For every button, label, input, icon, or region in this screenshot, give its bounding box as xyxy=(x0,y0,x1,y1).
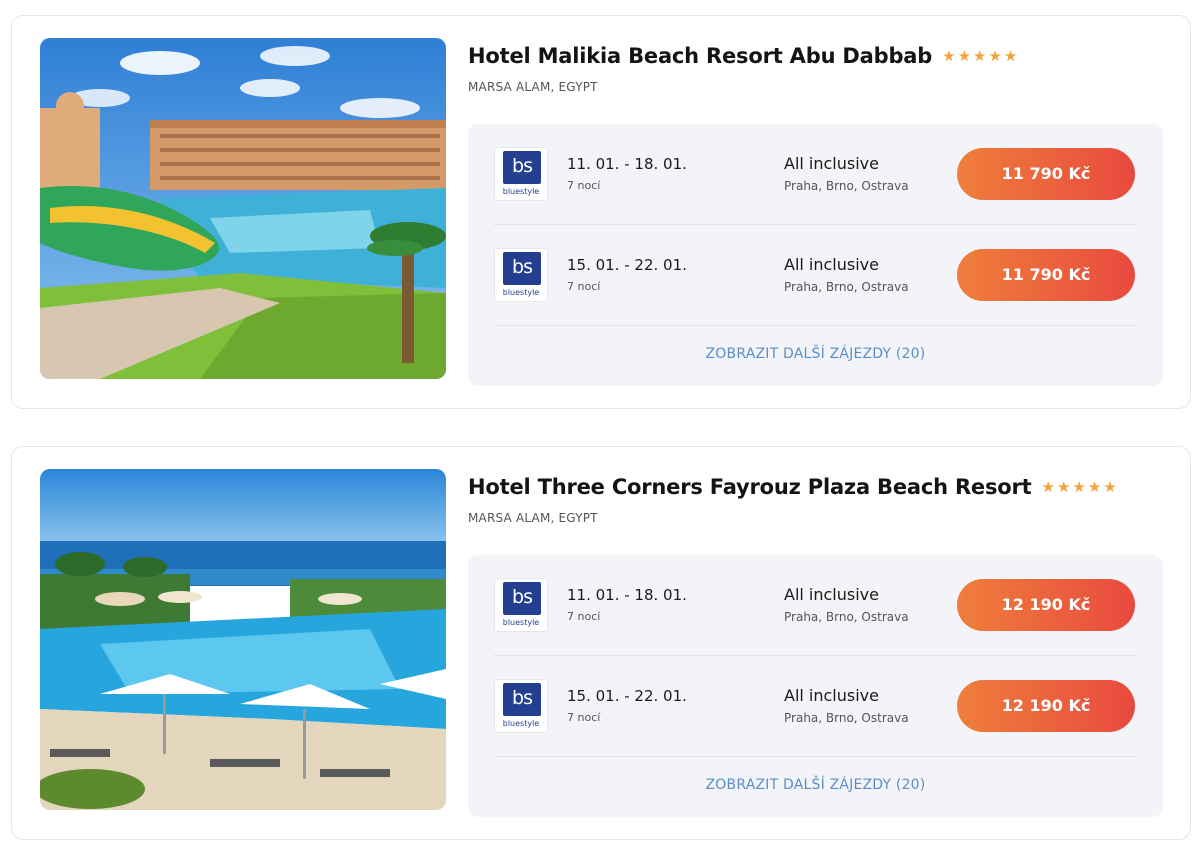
hotel-location: MARSA ALAM, EGYPT xyxy=(468,511,598,525)
offer-row: bs bluestyle 15. 01. - 22. 01. 7 nocí Al… xyxy=(468,225,1163,325)
offer-board: All inclusive xyxy=(784,686,879,705)
star-icon: ★ xyxy=(1087,477,1102,496)
offer-board: All inclusive xyxy=(784,585,879,604)
offer-airports: Praha, Brno, Ostrava xyxy=(784,280,909,294)
price-button[interactable]: 12 190 Kč xyxy=(957,680,1135,732)
star-rating: ★ ★ ★ ★ ★ xyxy=(942,46,1018,65)
star-icon: ★ xyxy=(957,46,972,65)
hotel-card: Hotel Three Corners Fayrouz Plaza Beach … xyxy=(11,446,1191,840)
offer-board: All inclusive xyxy=(784,154,879,173)
price-button[interactable]: 11 790 Kč xyxy=(957,249,1135,301)
hotel-name[interactable]: Hotel Three Corners Fayrouz Plaza Beach … xyxy=(468,475,1032,499)
operator-logo-text: bluestyle xyxy=(502,719,540,728)
offer-divider xyxy=(494,756,1137,757)
offer-divider xyxy=(494,325,1137,326)
offer-airports: Praha, Brno, Ostrava xyxy=(784,179,909,193)
star-icon: ★ xyxy=(973,46,987,65)
operator-logo-text: bluestyle xyxy=(502,618,540,627)
hotel-name[interactable]: Hotel Malikia Beach Resort Abu Dabbab xyxy=(468,44,932,68)
star-icon: ★ xyxy=(1003,46,1018,65)
offer-nights: 7 nocí xyxy=(567,179,601,192)
hotel-card: Hotel Malikia Beach Resort Abu Dabbab ★ … xyxy=(11,15,1191,409)
hotel-photo[interactable] xyxy=(40,469,446,810)
offer-airports: Praha, Brno, Ostrava xyxy=(784,711,909,725)
price-button[interactable]: 12 190 Kč xyxy=(957,579,1135,631)
star-icon: ★ xyxy=(942,46,956,65)
offers-panel: bs bluestyle 11. 01. - 18. 01. 7 nocí Al… xyxy=(468,124,1163,386)
star-icon: ★ xyxy=(1056,477,1071,496)
operator-logo-text: bluestyle xyxy=(502,187,540,196)
operator-logo: bs bluestyle xyxy=(494,679,548,733)
operator-logo-text: bluestyle xyxy=(502,288,540,297)
offer-dates: 15. 01. - 22. 01. xyxy=(567,687,687,705)
star-icon: ★ xyxy=(988,46,1002,65)
offer-nights: 7 nocí xyxy=(567,610,601,623)
show-more-trips-link[interactable]: ZOBRAZIT DALŠÍ ZÁJEZDY (20) xyxy=(468,346,1163,362)
hotel-photo[interactable] xyxy=(40,38,446,379)
operator-logo: bs bluestyle xyxy=(494,248,548,302)
star-rating: ★ ★ ★ ★ ★ xyxy=(1041,477,1117,496)
offer-dates: 11. 01. - 18. 01. xyxy=(567,155,687,173)
offer-row: bs bluestyle 15. 01. - 22. 01. 7 nocí Al… xyxy=(468,656,1163,756)
offer-dates: 11. 01. - 18. 01. xyxy=(567,586,687,604)
offer-airports: Praha, Brno, Ostrava xyxy=(784,610,909,624)
hotel-title-row: Hotel Malikia Beach Resort Abu Dabbab ★ … xyxy=(468,44,1017,68)
offer-board: All inclusive xyxy=(784,255,879,274)
price-button[interactable]: 11 790 Kč xyxy=(957,148,1135,200)
operator-logo-mark: bs xyxy=(503,151,541,184)
operator-logo: bs bluestyle xyxy=(494,578,548,632)
offers-panel: bs bluestyle 11. 01. - 18. 01. 7 nocí Al… xyxy=(468,555,1163,817)
star-icon: ★ xyxy=(1103,477,1117,496)
show-more-trips-link[interactable]: ZOBRAZIT DALŠÍ ZÁJEZDY (20) xyxy=(468,777,1163,793)
offer-row: bs bluestyle 11. 01. - 18. 01. 7 nocí Al… xyxy=(468,124,1163,224)
pool-photo-image xyxy=(40,469,446,810)
operator-logo-mark: bs xyxy=(503,252,541,285)
operator-logo-mark: bs xyxy=(503,683,541,716)
offer-row: bs bluestyle 11. 01. - 18. 01. 7 nocí Al… xyxy=(468,555,1163,655)
offer-dates: 15. 01. - 22. 01. xyxy=(567,256,687,274)
star-icon: ★ xyxy=(1041,477,1055,496)
offer-nights: 7 nocí xyxy=(567,280,601,293)
offer-nights: 7 nocí xyxy=(567,711,601,724)
hotel-location: MARSA ALAM, EGYPT xyxy=(468,80,598,94)
resort-photo-image xyxy=(40,38,446,379)
operator-logo: bs bluestyle xyxy=(494,147,548,201)
hotel-title-row: Hotel Three Corners Fayrouz Plaza Beach … xyxy=(468,475,1117,499)
operator-logo-mark: bs xyxy=(503,582,541,615)
star-icon: ★ xyxy=(1072,477,1086,496)
